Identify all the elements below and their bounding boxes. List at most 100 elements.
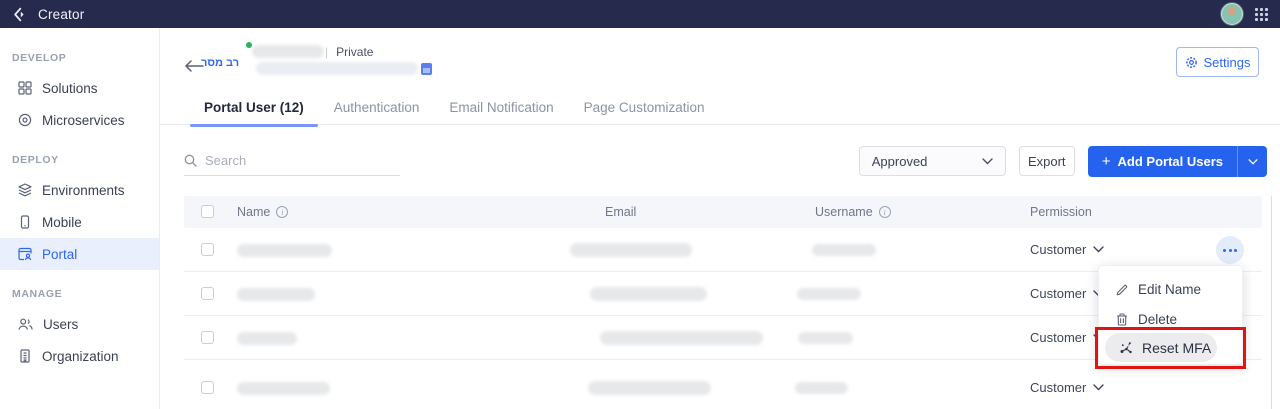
reset-mfa-icon bbox=[1119, 341, 1133, 355]
sidebar-item-environments[interactable]: Environments bbox=[0, 174, 159, 206]
masked-username bbox=[795, 382, 848, 394]
topbar: Creator bbox=[0, 0, 1280, 28]
row-actions-button[interactable] bbox=[1216, 236, 1244, 264]
permission-dropdown[interactable]: Customer bbox=[1030, 242, 1105, 257]
status-filter-value: Approved bbox=[871, 153, 928, 169]
user-avatar[interactable] bbox=[1221, 3, 1243, 25]
row-checkbox[interactable] bbox=[201, 331, 214, 344]
masked-email bbox=[600, 331, 763, 345]
section-label-develop: DEVELOP bbox=[12, 52, 67, 64]
table-row: Customer bbox=[184, 360, 1262, 409]
permission-dropdown[interactable]: Customer bbox=[1030, 286, 1105, 301]
apps-grid-icon[interactable] bbox=[1255, 7, 1268, 21]
brand-name: Creator bbox=[38, 6, 85, 22]
app-title-hebrew: רב מסר bbox=[201, 57, 240, 69]
sidebar-item-solutions[interactable]: Solutions bbox=[0, 72, 159, 104]
menu-item-edit-name[interactable]: Edit Name bbox=[1116, 282, 1201, 297]
row-checkbox[interactable] bbox=[201, 243, 214, 256]
permission-value: Customer bbox=[1030, 286, 1087, 301]
menu-item-label: Reset MFA bbox=[1142, 339, 1212, 356]
masked-app-name bbox=[252, 45, 324, 58]
masked-name bbox=[237, 332, 297, 345]
sidebar-item-users[interactable]: Users bbox=[0, 308, 159, 340]
menu-item-reset-mfa[interactable]: Reset MFA bbox=[1105, 333, 1217, 362]
menu-item-delete[interactable]: Delete bbox=[1116, 312, 1177, 327]
sidebar-item-label: Users bbox=[43, 316, 79, 332]
row-actions-menu: Edit Name Delete Reset MFA bbox=[1098, 265, 1243, 365]
solutions-icon bbox=[18, 81, 32, 95]
microservices-icon bbox=[18, 113, 32, 127]
info-icon[interactable]: i bbox=[276, 206, 289, 218]
permission-dropdown[interactable]: Customer bbox=[1030, 330, 1105, 345]
column-permission: Permission bbox=[1030, 205, 1092, 219]
users-icon bbox=[18, 317, 33, 331]
sidebar-item-label: Microservices bbox=[42, 112, 125, 128]
tab-portal-user[interactable]: Portal User (12) bbox=[190, 90, 318, 127]
permission-value: Customer bbox=[1030, 330, 1087, 345]
environments-icon bbox=[18, 183, 32, 197]
tab-bar: Portal User (12) Authentication Email No… bbox=[160, 90, 1280, 127]
sidebar-item-label: Portal bbox=[42, 246, 78, 262]
column-name: Name bbox=[237, 205, 271, 219]
toolbar: Approved Export + Add Portal Users bbox=[184, 146, 1267, 178]
sidebar-item-label: Environments bbox=[42, 182, 125, 198]
settings-button[interactable]: Settings bbox=[1176, 47, 1259, 77]
row-checkbox[interactable] bbox=[201, 287, 214, 300]
permission-value: Customer bbox=[1030, 380, 1087, 395]
row-checkbox[interactable] bbox=[201, 381, 214, 394]
sidebar-item-mobile[interactable]: Mobile bbox=[0, 206, 159, 238]
permission-value: Customer bbox=[1030, 242, 1087, 257]
settings-label: Settings bbox=[1203, 54, 1251, 70]
add-portal-users-label: Add Portal Users bbox=[1117, 154, 1223, 169]
tab-authentication[interactable]: Authentication bbox=[334, 90, 420, 125]
status-filter-select[interactable]: Approved bbox=[858, 146, 1006, 176]
masked-username bbox=[798, 332, 853, 344]
column-email: Email bbox=[605, 205, 637, 219]
masked-email bbox=[570, 243, 692, 257]
masked-email bbox=[588, 381, 711, 395]
masked-email bbox=[590, 287, 707, 301]
plus-icon: + bbox=[1101, 152, 1111, 170]
export-button[interactable]: Export bbox=[1018, 146, 1075, 176]
section-label-manage: MANAGE bbox=[12, 288, 63, 300]
tab-page-customization[interactable]: Page Customization bbox=[584, 90, 705, 125]
sidebar-item-label: Mobile bbox=[42, 214, 82, 230]
sidebar-item-label: Organization bbox=[42, 348, 119, 364]
sidebar-item-portal[interactable]: Portal bbox=[0, 238, 159, 270]
tab-email-notification[interactable]: Email Notification bbox=[449, 90, 553, 125]
gear-icon bbox=[1185, 56, 1198, 69]
menu-item-label: Edit Name bbox=[1138, 282, 1202, 297]
sidebar-item-microservices[interactable]: Microservices bbox=[0, 104, 159, 136]
status-dot bbox=[246, 42, 252, 48]
add-portal-users-button[interactable]: + Add Portal Users bbox=[1087, 146, 1267, 177]
permission-dropdown[interactable]: Customer bbox=[1030, 380, 1105, 395]
info-icon[interactable]: i bbox=[878, 206, 891, 218]
app-window: Creator DEVELOP Solutions Microservices … bbox=[0, 0, 1280, 409]
select-all-checkbox[interactable] bbox=[201, 205, 214, 218]
chevron-down-icon bbox=[1093, 384, 1105, 391]
main-content: רב מסר | Private Settings Portal User (12… bbox=[160, 28, 1280, 409]
masked-username bbox=[812, 244, 876, 256]
pencil-icon bbox=[1116, 284, 1128, 296]
masked-username bbox=[797, 288, 861, 300]
sidebar-item-label: Solutions bbox=[42, 80, 98, 96]
search-field[interactable] bbox=[184, 146, 400, 176]
divider: | bbox=[325, 45, 329, 59]
sidebar: DEVELOP Solutions Microservices DEPLOY E… bbox=[0, 28, 160, 409]
scrollbar-track[interactable] bbox=[1271, 196, 1272, 409]
masked-app-url bbox=[256, 62, 418, 75]
open-app-icon[interactable] bbox=[421, 63, 432, 75]
search-input[interactable] bbox=[205, 153, 400, 168]
creator-logo-icon[interactable] bbox=[13, 6, 30, 23]
add-portal-users-menu-toggle[interactable] bbox=[1237, 146, 1267, 177]
mobile-icon bbox=[18, 215, 32, 229]
search-icon bbox=[184, 154, 197, 167]
column-username: Username bbox=[815, 205, 873, 219]
visibility-value: Private bbox=[336, 45, 374, 59]
table-header: Name i Email Username i Permission bbox=[184, 196, 1262, 228]
portal-icon bbox=[18, 247, 32, 261]
organization-icon bbox=[18, 349, 32, 363]
trash-icon bbox=[1116, 313, 1128, 326]
sidebar-item-organization[interactable]: Organization bbox=[0, 340, 159, 372]
menu-item-label: Delete bbox=[1138, 312, 1178, 327]
